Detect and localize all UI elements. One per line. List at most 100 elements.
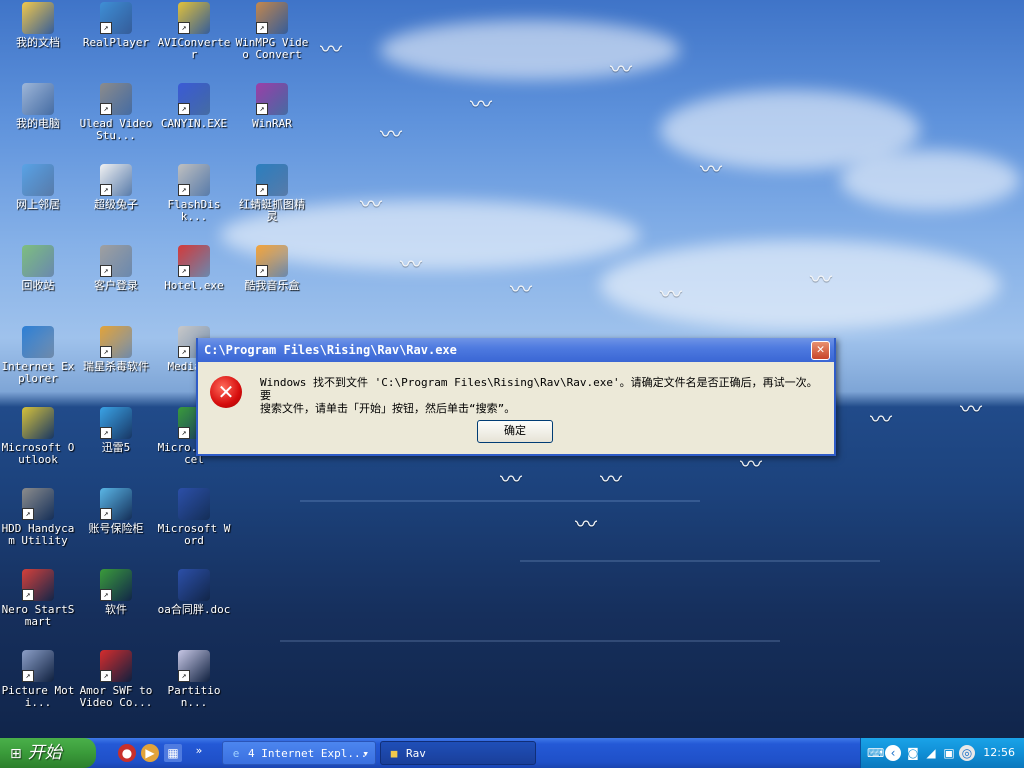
desktop-icon-label: Amor SWF to Video Co... bbox=[79, 684, 153, 709]
quicklaunch-rising-icon[interactable]: ● bbox=[118, 744, 136, 762]
shortcut-arrow-icon: ↗ bbox=[100, 22, 112, 34]
desktop-icon[interactable]: ↗ HDD Handycam Utility bbox=[0, 488, 76, 547]
desktop-icon-label: CANYIN.EXE bbox=[160, 117, 228, 130]
ulead-icon: ↗ bbox=[100, 83, 132, 115]
taskbar-item-label: 4 Internet Expl... bbox=[248, 747, 368, 760]
camera-icon[interactable]: ◙ bbox=[905, 745, 921, 761]
shortcut-arrow-icon: ↗ bbox=[256, 184, 268, 196]
flash-icon: ↗ bbox=[100, 650, 132, 682]
volume-icon[interactable]: ◢ bbox=[923, 745, 939, 761]
desktop-icon[interactable]: ↗ 酷我音乐盒 bbox=[234, 245, 310, 292]
desktop-icon[interactable]: Internet Explorer bbox=[0, 326, 76, 385]
shortcut-arrow-icon: ↗ bbox=[256, 265, 268, 277]
start-button[interactable]: ⊞ 开始 bbox=[0, 738, 96, 768]
taskbar-item-internet-explorer[interactable]: e 4 Internet Expl... ▾ bbox=[222, 741, 376, 765]
nero-icon: ↗ bbox=[22, 569, 54, 601]
desktop-icon-label: FlashDisk... bbox=[167, 198, 221, 223]
water-glint bbox=[520, 560, 880, 562]
partition-icon: ↗ bbox=[178, 650, 210, 682]
shortcut-arrow-icon: ↗ bbox=[22, 670, 34, 682]
desktop-icon[interactable]: ↗ 账号保险柜 bbox=[78, 488, 154, 535]
desktop-icon-label: 客户登录 bbox=[94, 279, 138, 292]
desktop-icon[interactable]: ↗ 软件 bbox=[78, 569, 154, 616]
tray-prev-icon[interactable]: ‹ bbox=[885, 745, 901, 761]
dialog-title: C:\Program Files\Rising\Rav\Rav.exe bbox=[204, 343, 457, 357]
shortcut-arrow-icon: ↗ bbox=[100, 508, 112, 520]
shortcut-arrow-icon: ↗ bbox=[100, 346, 112, 358]
desktop-icon[interactable]: ↗ Picture Moti... bbox=[0, 650, 76, 709]
desktop-icon[interactable]: ↗ Partition... bbox=[156, 650, 232, 709]
safe-icon: ↗ bbox=[100, 488, 132, 520]
desktop-icon-label: Microsoft Outlook bbox=[1, 441, 75, 466]
desktop-icon-label: 网上邻居 bbox=[16, 198, 60, 211]
shortcut-arrow-icon: ↗ bbox=[178, 670, 190, 682]
desktop-icon[interactable]: 回收站 bbox=[0, 245, 76, 292]
desktop-icon-label: 我的电脑 bbox=[16, 117, 60, 130]
desktop-icon[interactable]: ↗ 超级兔子 bbox=[78, 164, 154, 211]
desktop-icon[interactable]: 网上邻居 bbox=[0, 164, 76, 211]
folder-icon bbox=[22, 2, 54, 34]
desktop-icon-label: 软件 bbox=[105, 603, 127, 616]
desktop-icon[interactable]: ↗ WinRAR bbox=[234, 83, 310, 130]
desktop-icon[interactable]: ↗ AVIConverter bbox=[156, 2, 232, 61]
desktop-icon[interactable]: ↗ 迅雷5 bbox=[78, 407, 154, 454]
desktop: 〰 〰 〰 〰 〰 〰 〰 〰 〰 〰 〰 〰 〰 〰 〰 〰 我的文档 ↗ Rea… bbox=[0, 0, 1024, 768]
shortcut-arrow-icon: ↗ bbox=[178, 427, 190, 439]
taskbar: ⊞ 开始 ● ▶ ▦ » e 4 Internet Expl... ▾ ■ Rav ⌨… bbox=[0, 738, 1024, 768]
desktop-icon[interactable]: ↗ Hotel.exe bbox=[156, 245, 232, 292]
desktop-icon[interactable]: ↗ Amor SWF to Video Co... bbox=[78, 650, 154, 709]
hotel-icon: ↗ bbox=[178, 245, 210, 277]
shortcut-arrow-icon: ↗ bbox=[178, 103, 190, 115]
desktop-icon-label: 酷我音乐盒 bbox=[244, 279, 300, 292]
desktop-icon[interactable]: ↗ CANYIN.EXE bbox=[156, 83, 232, 130]
desktop-icon[interactable]: ↗ FlashDisk... bbox=[156, 164, 232, 223]
outlook-icon bbox=[22, 407, 54, 439]
shortcut-arrow-icon: ↗ bbox=[256, 22, 268, 34]
desktop-icon[interactable]: ↗ WinMPG Video Convert bbox=[234, 2, 310, 61]
desktop-icon-label: oa合同胖.doc bbox=[157, 603, 231, 616]
network-icon[interactable]: ▣ bbox=[941, 745, 957, 761]
taskbar-item-rav[interactable]: ■ Rav bbox=[380, 741, 536, 765]
desktop-icon[interactable]: ↗ 瑞星杀毒软件 bbox=[78, 326, 154, 373]
desktop-icon[interactable]: Microsoft Word bbox=[156, 488, 232, 547]
seagull: 〰 bbox=[500, 468, 523, 493]
close-icon[interactable]: ✕ bbox=[811, 341, 830, 360]
desktop-icon[interactable]: ↗ 红蜻蜓抓图精灵 bbox=[234, 164, 310, 223]
shortcut-arrow-icon: ↗ bbox=[22, 508, 34, 520]
quicklaunch-media-icon[interactable]: ▶ bbox=[141, 744, 159, 762]
seagull: 〰 bbox=[610, 58, 633, 83]
ok-button[interactable]: 确定 bbox=[477, 420, 553, 443]
seagull: 〰 bbox=[810, 268, 833, 293]
desktop-icon[interactable]: ↗ RealPlayer bbox=[78, 2, 154, 49]
winrar-icon: ↗ bbox=[256, 83, 288, 115]
shortcut-arrow-icon: ↗ bbox=[100, 427, 112, 439]
desktop-icon[interactable]: Microsoft Outlook bbox=[0, 407, 76, 466]
desktop-icon[interactable]: ↗ Ulead VideoStu... bbox=[78, 83, 154, 142]
desktop-icon-label: 超级兔子 bbox=[94, 198, 138, 211]
keyboard-icon[interactable]: ⌨ bbox=[867, 745, 884, 761]
dialog-titlebar[interactable]: C:\Program Files\Rising\Rav\Rav.exe ✕ bbox=[198, 338, 834, 362]
desktop-icon[interactable]: 我的文档 bbox=[0, 2, 76, 49]
desktop-icon-label: WinRAR bbox=[252, 117, 292, 130]
note-icon: ↗ bbox=[178, 2, 210, 34]
desktop-icon[interactable]: oa合同胖.doc bbox=[156, 569, 232, 616]
desktop-icon[interactable]: ↗ 客户登录 bbox=[78, 245, 154, 292]
desktop-icon[interactable]: 我的电脑 bbox=[0, 83, 76, 130]
desktop-icon-label: 红蜻蜓抓图精灵 bbox=[239, 198, 305, 223]
desktop-icon[interactable]: ↗ Nero StartSmart bbox=[0, 569, 76, 628]
system-tray: ⌨ ‹ ◙ ◢ ▣ ◎ 12:56 bbox=[860, 738, 1024, 768]
shortcut-arrow-icon: ↗ bbox=[100, 265, 112, 277]
desktop-icon-label: WinMPG Video Convert bbox=[235, 36, 309, 61]
shortcut-arrow-icon: ↗ bbox=[178, 22, 190, 34]
shortcut-arrow-icon: ↗ bbox=[178, 265, 190, 277]
update-icon[interactable]: ◎ bbox=[959, 745, 975, 761]
shortcut-arrow-icon: ↗ bbox=[256, 103, 268, 115]
folder-icon: ■ bbox=[390, 747, 398, 760]
picture-icon: ↗ bbox=[22, 650, 54, 682]
quicklaunch-chevron-icon[interactable]: » bbox=[190, 742, 208, 760]
quicklaunch-show-desktop-icon[interactable]: ▦ bbox=[164, 744, 182, 762]
desktop-icon-label: RealPlayer bbox=[82, 36, 150, 49]
handycam-icon: ↗ bbox=[22, 488, 54, 520]
desktop-icon-label: Ulead VideoStu... bbox=[79, 117, 153, 142]
clock[interactable]: 12:56 bbox=[983, 738, 1015, 768]
